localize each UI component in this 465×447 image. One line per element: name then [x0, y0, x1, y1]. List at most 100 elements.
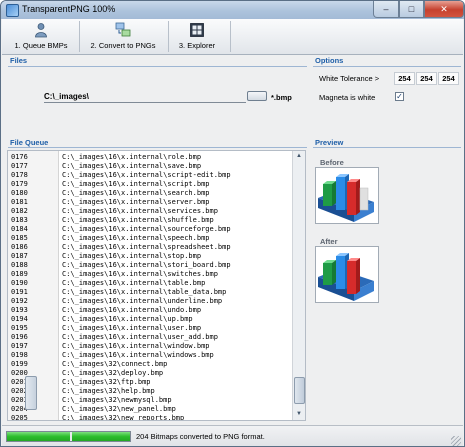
row-file-path: C:\_images\32\ftp.bmp — [62, 378, 151, 386]
progress-fill — [7, 432, 130, 441]
convert-to-pngs-button[interactable]: 2. Convert to PNGs — [85, 19, 161, 54]
list-item[interactable]: 0196 C:\_images\16\x.internal\user_add.bm… — [8, 333, 294, 342]
app-icon — [6, 4, 19, 17]
row-file-path: C:\_images\16\x.internal\window.bmp — [62, 342, 210, 350]
scroll-up-arrow-icon[interactable]: ▲ — [293, 151, 305, 162]
tolerance-b-field[interactable]: 254 — [438, 72, 459, 85]
bar-chart-3d-icon — [318, 253, 374, 301]
tolerance-r-field[interactable]: 254 — [394, 72, 415, 85]
row-number: 0180 — [11, 189, 28, 197]
list-item[interactable]: 0194 C:\_images\16\x.internal\up.bmp — [8, 315, 294, 324]
list-item[interactable]: 0198 C:\_images\16\x.internal\windows.bmp — [8, 351, 294, 360]
toolbar: 1. Queue BMPs 2. Convert to PNGs 3. Expl… — [2, 19, 463, 55]
explorer-icon — [190, 23, 204, 37]
row-number: 0190 — [11, 279, 28, 287]
list-item[interactable]: 0191 C:\_images\16\x.internal\table_data.… — [8, 288, 294, 297]
options-section-title: Options — [315, 56, 344, 65]
row-number: 0184 — [11, 225, 28, 233]
list-item[interactable]: 0193 C:\_images\16\x.internal\undo.bmp — [8, 306, 294, 315]
row-file-path: C:\_images\16\x.internal\up.bmp — [62, 315, 193, 323]
list-item[interactable]: 0178 C:\_images\16\x.internal\script-edit… — [8, 171, 294, 180]
row-file-path: C:\_images\16\x.internal\underline.bmp — [62, 297, 223, 305]
row-file-path: C:\_images\16\x.internal\search.bmp — [62, 189, 210, 197]
minimize-button[interactable]: – — [373, 1, 399, 18]
list-item[interactable]: 0189 C:\_images\16\x.internal\switches.bm… — [8, 270, 294, 279]
browse-button[interactable] — [247, 91, 267, 101]
list-item[interactable]: 0192 C:\_images\16\x.internal\underline.b… — [8, 297, 294, 306]
explorer-button[interactable]: 3. Explorer — [172, 19, 222, 54]
progress-segment-gap — [70, 432, 72, 441]
list-item[interactable]: 0200 C:\_images\32\deploy.bmp — [8, 369, 294, 378]
magneta-checkbox[interactable]: ✓ — [395, 92, 404, 101]
row-number: 0182 — [11, 207, 28, 215]
list-item[interactable]: 0186 C:\_images\16\x.internal\spreadsheet… — [8, 243, 294, 252]
resize-grip-icon[interactable] — [451, 436, 461, 446]
row-number: 0198 — [11, 351, 28, 359]
title-bar[interactable]: TransparentPNG 100% – □ ✕ — [1, 1, 464, 19]
row-number: 0191 — [11, 288, 28, 296]
scroll-down-arrow-icon[interactable]: ▼ — [293, 409, 305, 420]
list-item[interactable]: 0177 C:\_images\16\x.internal\save.bmp — [8, 162, 294, 171]
gutter-scroll-thumb[interactable] — [25, 376, 37, 410]
list-item[interactable]: 0179 C:\_images\16\x.internal\script.bmp — [8, 180, 294, 189]
convert-icon — [115, 22, 131, 37]
list-item[interactable]: 0201 C:\_images\32\ftp.bmp — [8, 378, 294, 387]
row-file-path: C:\_images\16\x.internal\windows.bmp — [62, 351, 214, 359]
list-item[interactable]: 0204 C:\_images\32\new_panel.bmp — [8, 405, 294, 414]
after-preview — [315, 246, 379, 303]
row-number: 0183 — [11, 216, 28, 224]
row-file-path: C:\_images\32\connect.bmp — [62, 360, 168, 368]
preview-section-divider — [313, 147, 461, 148]
row-file-path: C:\_images\16\x.internal\spreadsheet.bmp — [62, 243, 231, 251]
row-number: 0176 — [11, 153, 28, 161]
path-input[interactable] — [44, 91, 246, 103]
row-number: 0186 — [11, 243, 28, 251]
list-item[interactable]: 0176 C:\_images\16\x.internal\role.bmp — [8, 153, 294, 162]
extension-label: *.bmp — [271, 93, 292, 102]
list-item[interactable]: 0205 C:\_images\32\new_reports.bmp — [8, 414, 294, 421]
row-file-path: C:\_images\16\x.internal\shuffle.bmp — [62, 216, 214, 224]
row-file-path: C:\_images\32\deploy.bmp — [62, 369, 164, 377]
list-item[interactable]: 0187 C:\_images\16\x.internal\stop.bmp — [8, 252, 294, 261]
tolerance-g-field[interactable]: 254 — [416, 72, 437, 85]
list-item[interactable]: 0199 C:\_images\32\connect.bmp — [8, 360, 294, 369]
white-tolerance-label: White Tolerance > — [319, 74, 380, 83]
row-number: 0205 — [11, 414, 28, 421]
close-button[interactable]: ✕ — [424, 1, 464, 18]
list-item[interactable]: 0185 C:\_images\16\x.internal\speech.bmp — [8, 234, 294, 243]
window-title: TransparentPNG 100% — [22, 4, 116, 14]
row-number: 0193 — [11, 306, 28, 314]
after-label: After — [320, 237, 338, 246]
vertical-scrollbar[interactable]: ▲ ▼ — [292, 151, 305, 420]
maximize-button[interactable]: □ — [399, 1, 424, 18]
row-number: 0196 — [11, 333, 28, 341]
row-file-path: C:\_images\16\x.internal\script-edit.bmp — [62, 171, 231, 179]
list-item[interactable]: 0203 C:\_images\32\newmysql.bmp — [8, 396, 294, 405]
row-number: 0188 — [11, 261, 28, 269]
row-file-path: C:\_images\16\x.internal\services.bmp — [62, 207, 218, 215]
list-item[interactable]: 0180 C:\_images\16\x.internal\search.bmp — [8, 189, 294, 198]
row-file-path: C:\_images\16\x.internal\sourceforge.bmp — [62, 225, 231, 233]
list-item[interactable]: 0197 C:\_images\16\x.internal\window.bmp — [8, 342, 294, 351]
row-number: 0199 — [11, 360, 28, 368]
files-section-divider — [8, 66, 307, 67]
queue-bmps-button[interactable]: 1. Queue BMPs — [10, 19, 72, 54]
list-item[interactable]: 0188 C:\_images\16\x.internal\stori_board… — [8, 261, 294, 270]
list-item[interactable]: 0202 C:\_images\32\help.bmp — [8, 387, 294, 396]
progress-bar — [6, 431, 131, 442]
list-item[interactable]: 0190 C:\_images\16\x.internal\table.bmp — [8, 279, 294, 288]
row-number: 0195 — [11, 324, 28, 332]
list-item[interactable]: 0182 C:\_images\16\x.internal\services.bm… — [8, 207, 294, 216]
list-item[interactable]: 0183 C:\_images\16\x.internal\shuffle.bmp — [8, 216, 294, 225]
file-queue-divider — [8, 147, 307, 148]
list-item[interactable]: 0195 C:\_images\16\x.internal\user.bmp — [8, 324, 294, 333]
row-number: 0179 — [11, 180, 28, 188]
file-queue-section-title: File Queue — [10, 138, 49, 147]
row-file-path: C:\_images\16\x.internal\script.bmp — [62, 180, 210, 188]
row-file-path: C:\_images\32\newmysql.bmp — [62, 396, 172, 404]
file-queue-list[interactable]: 0176 C:\_images\16\x.internal\role.bmp 017… — [7, 150, 306, 421]
files-section-title: Files — [10, 56, 28, 65]
scroll-thumb[interactable] — [294, 377, 305, 404]
list-item[interactable]: 0181 C:\_images\16\x.internal\server.bmp — [8, 198, 294, 207]
list-item[interactable]: 0184 C:\_images\16\x.internal\sourceforge… — [8, 225, 294, 234]
